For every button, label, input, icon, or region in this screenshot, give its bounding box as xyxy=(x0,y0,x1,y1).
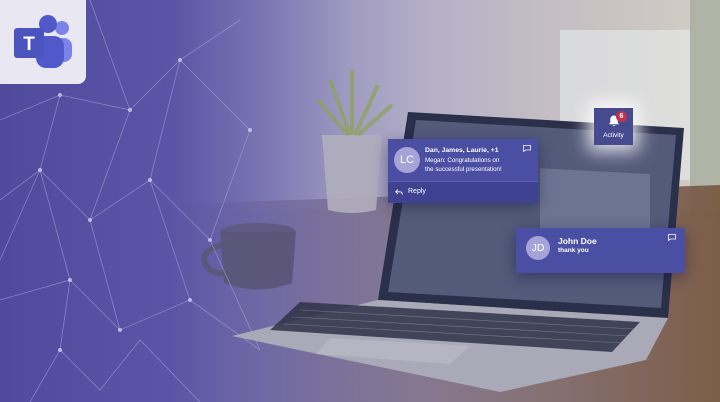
reply-icon xyxy=(395,189,403,195)
svg-text:T: T xyxy=(23,34,35,55)
background-illustration xyxy=(0,0,720,402)
avatar: JD xyxy=(526,236,550,260)
notification-sender: John Doe xyxy=(558,236,597,246)
chat-icon xyxy=(523,145,531,152)
notification-participants: Dan, James, Laurie, +1 xyxy=(425,147,499,154)
chat-icon xyxy=(668,234,676,241)
reply-button[interactable]: Reply xyxy=(388,181,538,203)
notification-body[interactable]: LC Dan, James, Laurie, +1 Megan: Congrat… xyxy=(388,139,538,181)
promo-scene: T 6 Activity LC Dan, James, Laurie, +1 M… xyxy=(0,0,720,402)
notification-message: thank you xyxy=(558,247,589,254)
direct-chat-notification[interactable]: JD John Doe thank you xyxy=(516,228,685,273)
avatar: LC xyxy=(394,147,420,173)
reply-label: Reply xyxy=(408,188,426,195)
activity-badge: 6 xyxy=(616,111,627,122)
teams-logo-tile: T xyxy=(0,0,86,84)
activity-button[interactable]: 6 Activity xyxy=(594,108,633,145)
teams-logo-icon: T xyxy=(14,15,72,68)
activity-label: Activity xyxy=(603,132,624,139)
group-chat-notification[interactable]: LC Dan, James, Laurie, +1 Megan: Congrat… xyxy=(388,139,538,203)
message-line-2: the successful presentation! xyxy=(425,165,502,173)
message-line-1: Megan: Congratulations on xyxy=(425,157,500,164)
notification-message: Megan: Congratulations on the successful… xyxy=(425,157,525,174)
